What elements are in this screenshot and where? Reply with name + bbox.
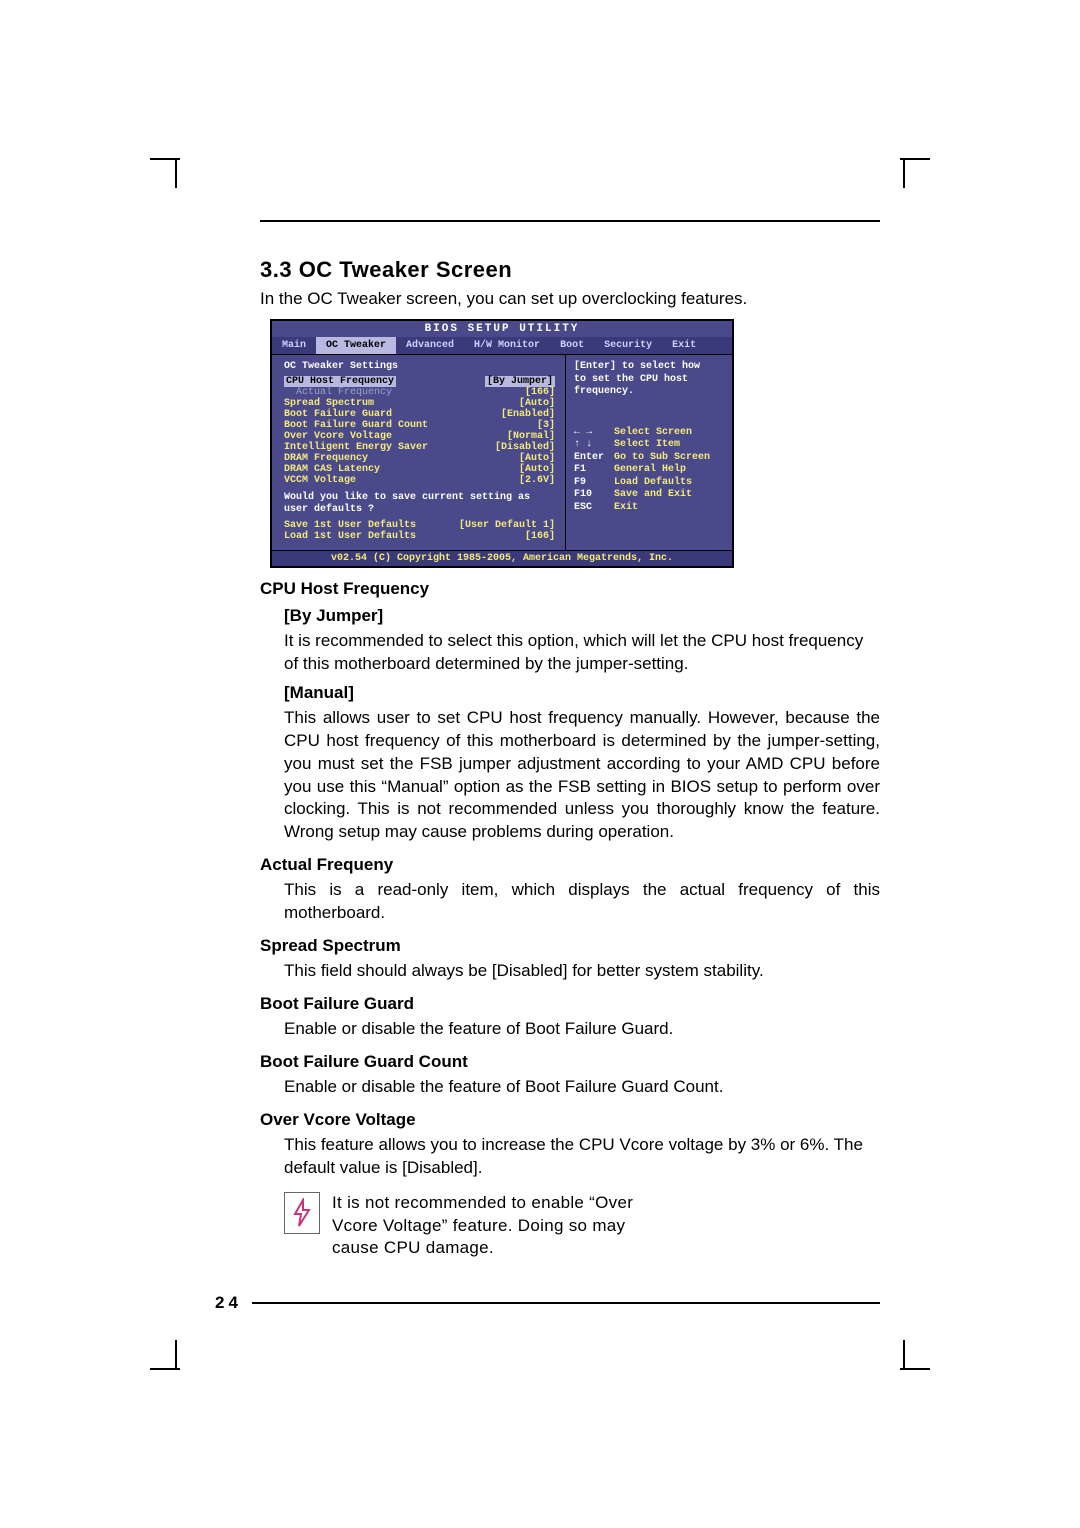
bios-screenshot: BIOS SETUP UTILITY Main OC Tweaker Advan… [270, 319, 734, 568]
bios-setting-row[interactable]: DRAM CAS Latency[Auto] [284, 464, 555, 475]
heading-cpu-host-frequency: CPU Host Frequency [260, 578, 880, 601]
bios-setting-row[interactable]: Actual Frequency[166] [284, 387, 555, 398]
footer-rule [252, 1302, 880, 1304]
heading-boot-failure-guard: Boot Failure Guard [260, 993, 880, 1016]
paragraph-manual: This allows user to set CPU host frequen… [284, 707, 880, 845]
heading-spread-spectrum: Spread Spectrum [260, 935, 880, 958]
paragraph-spread-spectrum: This field should always be [Disabled] f… [284, 960, 880, 983]
tab-boot[interactable]: Boot [550, 337, 594, 354]
tab-oc-tweaker[interactable]: OC Tweaker [316, 337, 396, 354]
bios-prompt-1: Would you like to save current setting a… [284, 492, 555, 504]
bios-key-hint: ↑ ↓Select Item [574, 439, 724, 452]
bios-prompt-2: user defaults ? [284, 504, 555, 516]
bios-setting-row[interactable]: Boot Failure Guard Count[3] [284, 420, 555, 431]
section-title: 3.3 OC Tweaker Screen [260, 257, 880, 283]
paragraph-actual-frequency: This is a read-only item, which displays… [284, 879, 880, 925]
heading-manual: [Manual] [284, 682, 880, 705]
heading-over-vcore-voltage: Over Vcore Voltage [260, 1109, 880, 1132]
paragraph-by-jumper: It is recommended to select this option,… [284, 630, 880, 676]
bios-key-hint: F10Save and Exit [574, 489, 724, 502]
paragraph-boot-failure-guard-count: Enable or disable the feature of Boot Fa… [284, 1076, 880, 1099]
bios-setting-row[interactable]: DRAM Frequency[Auto] [284, 453, 555, 464]
bios-save-row[interactable]: Load 1st User Defaults[166] [284, 531, 555, 542]
bios-save-row[interactable]: Save 1st User Defaults[User Default 1] [284, 520, 555, 531]
heading-by-jumper: [By Jumper] [284, 605, 880, 628]
paragraph-boot-failure-guard: Enable or disable the feature of Boot Fa… [284, 1018, 880, 1041]
bios-key-hint: ESCExit [574, 502, 724, 515]
lightning-icon [284, 1192, 320, 1234]
bios-setting-row[interactable]: Over Vcore Voltage[Normal] [284, 431, 555, 442]
tab-hw-monitor[interactable]: H/W Monitor [464, 337, 550, 354]
warning-text: It is not recommended to enable “Over Vc… [332, 1192, 652, 1261]
bios-key-hint: F1General Help [574, 464, 724, 477]
warning-note: It is not recommended to enable “Over Vc… [284, 1192, 880, 1261]
bios-help-2: to set the CPU host [574, 374, 724, 387]
bios-title: BIOS SETUP UTILITY [272, 321, 732, 337]
paragraph-over-vcore-voltage: This feature allows you to increase the … [284, 1134, 880, 1180]
bios-footer: v02.54 (C) Copyright 1985-2005, American… [272, 550, 732, 566]
bios-setting-row[interactable]: CPU Host Frequency[By Jumper] [284, 376, 555, 387]
top-rule [260, 220, 880, 222]
page-number: 24 [215, 1293, 242, 1313]
bios-setting-row[interactable]: Intelligent Energy Saver[Disabled] [284, 442, 555, 453]
tab-advanced[interactable]: Advanced [396, 337, 464, 354]
bios-key-hint: F9Load Defaults [574, 477, 724, 490]
bios-header: OC Tweaker Settings [284, 361, 555, 372]
bios-setting-row[interactable]: Boot Failure Guard[Enabled] [284, 409, 555, 420]
bios-help-1: [Enter] to select how [574, 361, 724, 374]
heading-boot-failure-guard-count: Boot Failure Guard Count [260, 1051, 880, 1074]
bios-tabs: Main OC Tweaker Advanced H/W Monitor Boo… [272, 337, 732, 354]
heading-actual-frequency: Actual Frequeny [260, 854, 880, 877]
bios-key-hint: ← →Select Screen [574, 427, 724, 440]
tab-security[interactable]: Security [594, 337, 662, 354]
bios-setting-row[interactable]: VCCM Voltage[2.6V] [284, 475, 555, 486]
bios-help-3: frequency. [574, 386, 724, 399]
intro-text: In the OC Tweaker screen, you can set up… [260, 289, 880, 309]
tab-main[interactable]: Main [272, 337, 316, 354]
bios-setting-row[interactable]: Spread Spectrum[Auto] [284, 398, 555, 409]
tab-exit[interactable]: Exit [662, 337, 706, 354]
bios-key-hint: EnterGo to Sub Screen [574, 452, 724, 465]
